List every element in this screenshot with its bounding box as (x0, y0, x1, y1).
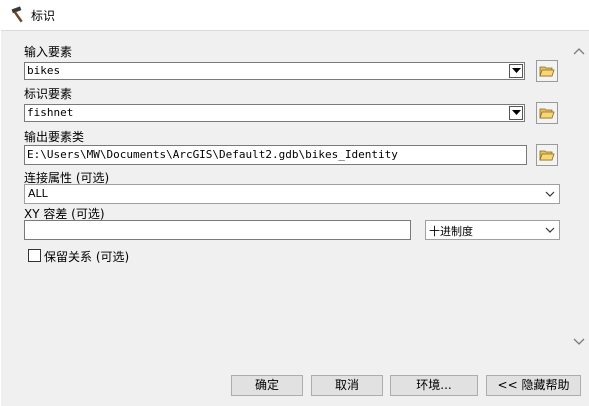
output-feature-class-input[interactable]: E:\Users\MW\Documents\ArcGIS\Default2.gd… (24, 145, 527, 165)
open-folder-icon (539, 108, 555, 119)
hide-help-button[interactable]: << 隐藏帮助 (486, 375, 581, 396)
xy-tolerance-unit-value: 十进制度 (429, 225, 473, 238)
dropdown-arrow-icon[interactable] (509, 106, 523, 120)
input-features-label: 输入要素 (24, 45, 73, 59)
identity-features-label: 标识要素 (24, 87, 73, 101)
output-feature-class-value: E:\Users\MW\Documents\ArcGIS\Default2.gd… (27, 148, 398, 161)
join-attributes-value: ALL (28, 187, 48, 200)
vertical-scrollbar[interactable] (570, 31, 589, 365)
output-feature-class-label: 输出要素类 (24, 130, 85, 144)
dropdown-arrow-icon[interactable] (509, 64, 523, 78)
input-features-combo[interactable]: bikes (24, 62, 525, 80)
chevron-down-icon (545, 191, 555, 197)
browse-identity-features-button[interactable] (536, 102, 558, 124)
input-features-value: bikes (27, 64, 61, 77)
keep-relationships-label[interactable]: 保留关系 (可选) (44, 248, 129, 265)
identity-features-combo[interactable]: fishnet (24, 104, 525, 122)
open-folder-icon (539, 150, 555, 161)
open-folder-icon (539, 66, 555, 77)
browse-output-feature-class-button[interactable] (536, 144, 558, 166)
scroll-down-icon[interactable] (572, 334, 586, 348)
browse-input-features-button[interactable] (536, 60, 558, 82)
identity-features-value: fishnet (27, 106, 74, 119)
xy-tolerance-unit-select[interactable]: 十进制度 (425, 220, 560, 240)
join-attributes-select[interactable]: ALL (24, 184, 560, 204)
xy-tolerance-input[interactable] (24, 220, 411, 240)
cancel-button[interactable]: 取消 (311, 375, 383, 396)
chevron-down-icon (545, 227, 555, 233)
window-title: 标识 (31, 9, 56, 23)
title-bar: 标识 (0, 0, 589, 30)
scroll-up-icon[interactable] (572, 45, 586, 59)
ok-button[interactable]: 确定 (231, 375, 303, 396)
environments-button[interactable]: 环境... (390, 375, 478, 396)
keep-relationships-checkbox[interactable] (28, 249, 41, 262)
hammer-icon (10, 6, 28, 24)
